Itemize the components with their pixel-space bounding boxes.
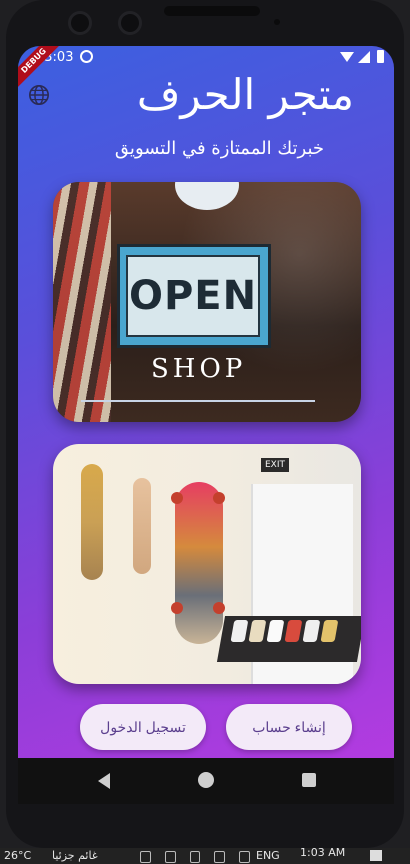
skateboard-wheel — [213, 602, 225, 614]
folded-shirt — [302, 620, 321, 642]
skateboard-graphic — [175, 482, 223, 644]
battery-icon — [377, 50, 384, 63]
shop-lettering: SHOP — [151, 354, 247, 384]
app-subtitle: خبرتك الممتازة في التسويق — [114, 138, 324, 159]
window-line — [81, 400, 315, 402]
earpiece-speaker — [164, 6, 260, 16]
at-sign-icon — [80, 50, 93, 63]
windows-taskbar: 26°C غائم جزئيا ENG 1:03 AM — [0, 846, 410, 864]
home-icon[interactable] — [198, 772, 214, 788]
android-nav-bar — [18, 758, 394, 804]
folded-shirt — [320, 620, 339, 642]
tray-network-icon[interactable] — [214, 851, 226, 863]
skateboard-yellow — [81, 464, 103, 580]
taskbar-weather[interactable]: غائم جزئيا — [52, 849, 98, 862]
skateboard-wheel — [171, 492, 183, 504]
open-sign-text: OPEN — [126, 255, 260, 337]
taskbar-language[interactable]: ENG — [256, 849, 280, 862]
folded-shirt — [230, 620, 249, 642]
cell-signal-icon — [358, 51, 370, 63]
skate-shop-image-card: EXIT — [53, 444, 361, 684]
exit-sign: EXIT — [261, 458, 289, 472]
tray-up-arrow-icon[interactable] — [140, 851, 151, 863]
taskbar-tray-icons — [140, 851, 250, 863]
wifi-icon — [340, 52, 354, 62]
folded-shirt — [284, 620, 303, 642]
tray-volume-icon[interactable] — [239, 851, 250, 863]
skateboard-wood — [133, 478, 151, 574]
front-sensor-icon — [118, 11, 142, 35]
skateboard-wheel — [213, 492, 225, 504]
proximity-sensor — [274, 19, 280, 25]
notification-icon[interactable] — [370, 850, 382, 861]
status-bar: 13:03 — [18, 46, 394, 70]
skateboard-wheel — [171, 602, 183, 614]
tray-pen-icon[interactable] — [189, 851, 201, 863]
taskbar-temperature[interactable]: 26°C — [4, 849, 31, 862]
recent-apps-icon[interactable] — [302, 773, 316, 787]
open-shop-image-card: OPEN SHOP — [53, 182, 361, 422]
folded-shirt — [266, 620, 285, 642]
front-camera-icon — [68, 11, 92, 35]
taskbar-clock[interactable]: 1:03 AM — [300, 846, 345, 859]
ceiling-lamp — [175, 182, 239, 210]
window-sticker-decoration — [53, 182, 111, 422]
tray-meet-icon[interactable] — [164, 851, 176, 863]
app-screen: 13:03 DEBUG متجر الحرف خبرتك الممتازة في… — [18, 46, 394, 758]
globe-icon[interactable] — [28, 84, 50, 106]
clothing-display-table — [216, 616, 361, 662]
signup-button[interactable]: إنشاء حساب — [226, 704, 352, 750]
phone-top-bezel — [6, 0, 404, 48]
folded-shirt — [248, 620, 267, 642]
open-sign: OPEN — [117, 244, 271, 348]
back-icon[interactable] — [98, 773, 110, 789]
app-title: متجر الحرف — [136, 70, 354, 119]
login-button[interactable]: تسجيل الدخول — [80, 704, 206, 750]
